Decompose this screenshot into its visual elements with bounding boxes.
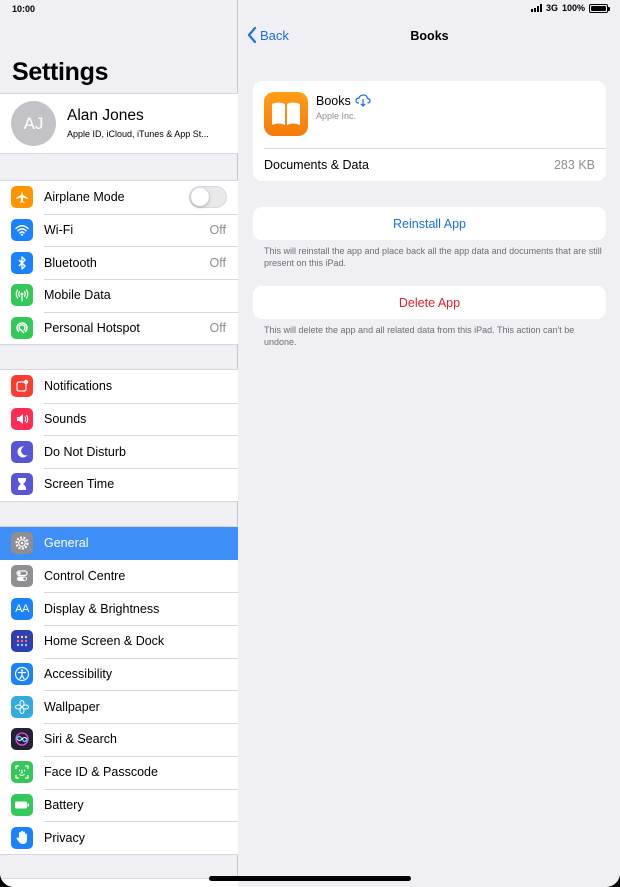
sidebar-item-label: Personal Hotspot [44,321,140,336]
sidebar-item-wallpaper[interactable]: Wallpaper [0,690,238,723]
sidebar-item-label: Airplane Mode [44,190,125,205]
sidebar-item-sounds[interactable]: Sounds [0,402,238,436]
sidebar-item-value: Off [209,223,226,238]
sidebar-item-general[interactable]: General [0,527,238,560]
sidebar-item-label: Siri & Search [44,732,117,747]
sidebar-item-label: Control Centre [44,569,126,584]
page-title: Settings [12,58,109,86]
profile-name: Alan Jones [67,107,144,124]
text-size-icon: AA [11,597,33,620]
network-type: 3G [545,3,558,13]
status-bar: 10:00 3G 100% [0,0,620,18]
hourglass-icon [11,473,33,496]
cloud-download-icon[interactable] [355,94,371,107]
profile-row[interactable]: AJ Alan Jones Apple ID, iCloud, iTunes &… [0,93,238,154]
sidebar-item-home-screen-and-dock[interactable]: Home Screen & Dock [0,625,238,658]
profile-subtitle: Apple ID, iCloud, iTunes & App St... [67,129,209,139]
airplane-icon [11,186,33,209]
settings-group-notifications: Notifications Sounds Do Not Disturb Screen … [0,369,238,502]
sidebar-item-label: Display & Brightness [44,601,160,616]
sidebar-item-label: Notifications [44,379,113,394]
wifi-icon [11,219,33,242]
battery-icon [589,3,610,13]
sidebar-item-label: Wallpaper [44,699,100,714]
sidebar-item-label: Sounds [44,412,87,427]
moon-icon [11,440,33,463]
sidebar-item-label: Battery [44,797,84,812]
gear-icon [11,532,33,555]
sidebar-item-display-and-brightness[interactable]: AA Display & Brightness [0,592,238,625]
status-time: 10:00 [12,4,36,14]
siri-icon [11,728,33,751]
divider [264,148,606,149]
settings-group-connectivity: Airplane Mode Wi-Fi Off Bluetooth Off Mobile … [0,180,238,346]
sidebar-item-face-id-and-passcode[interactable]: Face ID & Passcode [0,755,238,789]
documents-data-label: Documents & Data [264,158,369,172]
battery-icon [11,793,33,816]
sidebar-item-screen-time[interactable]: Screen Time [0,468,238,501]
sidebar-item-label: Mobile Data [44,288,111,303]
sidebar-item-control-centre[interactable]: Control Centre [0,560,238,593]
sidebar-item-label: Home Screen & Dock [44,634,165,649]
sidebar-item-label: Bluetooth [44,255,97,270]
hand-icon [11,826,33,849]
status-right: 3G 100% [530,3,610,13]
sidebar-item-label: Screen Time [44,477,115,492]
notifications-icon [11,375,33,398]
books-app-icon [264,92,308,136]
sidebar-item-battery[interactable]: Battery [0,788,238,822]
nav-title: Books [410,29,449,43]
reinstall-app-button[interactable]: Reinstall App [253,207,606,240]
sidebar-item-accessibility[interactable]: Accessibility [0,657,238,691]
navigation-bar: Back Books [239,18,620,54]
sidebar-item-label: Privacy [44,830,85,845]
sidebar-item-personal-hotspot[interactable]: Personal Hotspot Off [0,311,238,345]
switches-icon [11,565,33,588]
detail-pane: Back Books Books Apple Inc. Documents & … [239,0,620,887]
sidebar-item-label: Do Not Disturb [44,444,126,459]
app-name: Books [316,94,351,108]
app-grid-icon [11,630,33,653]
sidebar-item-wi-fi[interactable]: Wi-Fi Off [0,213,238,247]
home-indicator[interactable] [209,876,411,881]
antenna-icon [11,284,33,307]
sidebar-item-label: Accessibility [44,667,113,682]
screen: 10:00 3G 100% Settings AJ Alan Jones App… [0,0,620,887]
sidebar-item-label: General [44,536,89,551]
sidebar-item-label: Wi-Fi [44,223,74,238]
settings-group-general: General Control Centre AA Display & Brightn… [0,526,238,855]
hotspot-icon [11,317,33,340]
app-info-card: Books Apple Inc. Documents & Data 283 KB [253,81,606,181]
sidebar-item-value: Off [209,255,226,270]
settings-group-next [0,878,238,887]
battery-percent: 100% [561,3,585,13]
sidebar-item-bluetooth[interactable]: Bluetooth Off [0,246,238,279]
speaker-icon [11,408,33,431]
sidebar-item-airplane-mode[interactable]: Airplane Mode [0,181,238,214]
toggle-knob [191,188,209,207]
flower-icon [11,695,33,718]
sidebar-item-notifications[interactable]: Notifications [0,370,238,403]
sidebar-item-siri-and-search[interactable]: Siri & Search [0,723,238,756]
sidebar-item-label: Face ID & Passcode [44,765,158,780]
reinstall-note: This will reinstall the app and place ba… [264,246,602,268]
sidebar-item-value: Off [209,321,226,336]
sidebar: Settings AJ Alan Jones Apple ID, iCloud,… [0,0,238,887]
sidebar-item-do-not-disturb[interactable]: Do Not Disturb [0,435,238,468]
bluetooth-icon [11,251,33,274]
airplane-mode-toggle[interactable] [189,186,227,209]
delete-note: This will delete the app and all related… [264,325,575,347]
sidebar-item-mobile-data[interactable]: Mobile Data [0,279,238,312]
documents-data-size: 283 KB [553,158,595,172]
sidebar-item-privacy[interactable]: Privacy [0,821,238,854]
avatar: AJ [11,101,56,146]
face-id-icon [11,761,33,784]
signal-icon [530,4,542,12]
delete-app-button[interactable]: Delete App [253,286,606,319]
accessibility-icon [11,663,33,686]
app-vendor: Apple Inc. [316,111,357,121]
